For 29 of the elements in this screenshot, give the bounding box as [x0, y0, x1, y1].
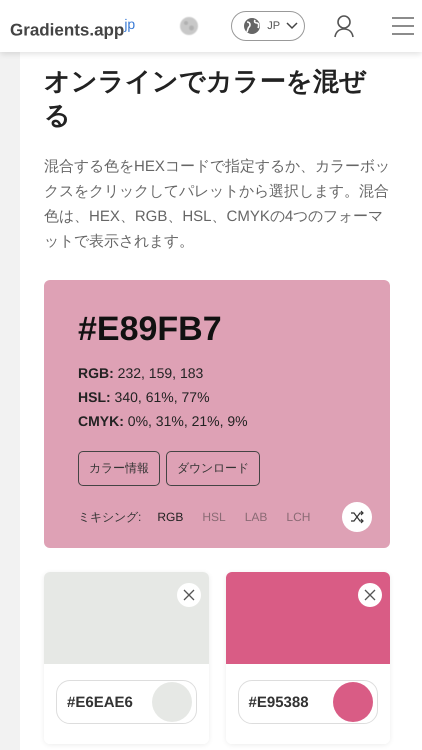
color-value: RGB: 232, 159, 183: [78, 364, 204, 383]
close-icon: [182, 589, 194, 601]
shuffle-button[interactable]: [342, 502, 372, 532]
theme-toggle-icon[interactable]: [179, 16, 200, 36]
color-value: CMYK: 0%, 31%, 21%, 9%: [78, 412, 249, 431]
chevron-down-icon: [286, 22, 298, 30]
hex-input-field[interactable]: #E95388: [238, 680, 378, 724]
close-icon: [364, 589, 376, 601]
mode-tab[interactable]: RGB: [157, 510, 184, 524]
hex-input-field[interactable]: #E6EAE6: [56, 680, 196, 724]
logo[interactable]: Gradients.app$^{jp}$: [10, 16, 136, 40]
outline-button[interactable]: ダウンロード: [166, 451, 260, 486]
menu-icon[interactable]: [391, 16, 416, 36]
description-text: 混合する色をHEXコードで指定するか、カラーボックスをクリックしてパレットから選択します。混合色は、HEX、RGB、HSL、CMYKの4つのフォーマットで表示されます。: [44, 157, 390, 252]
outline-button[interactable]: カラー情報: [78, 451, 160, 486]
globe-icon: [243, 17, 262, 35]
color-preview[interactable]: [226, 572, 390, 664]
user-icon[interactable]: [333, 14, 356, 38]
color-picker-dot[interactable]: [333, 682, 373, 722]
language-selector[interactable]: JP: [231, 11, 306, 41]
color-preview[interactable]: [44, 572, 208, 664]
color-picker-dot[interactable]: [152, 682, 192, 722]
shuffle-icon: [350, 510, 364, 524]
color-value: HSL: 340, 61%, 77%: [78, 388, 211, 407]
mixing-label: ミキシング:: [78, 508, 142, 526]
close-button[interactable]: [176, 583, 200, 607]
page-title: オンラインでカラーを混ぜる: [44, 65, 368, 132]
close-button[interactable]: [358, 583, 382, 607]
hex-code: #E89FB7: [78, 310, 223, 349]
